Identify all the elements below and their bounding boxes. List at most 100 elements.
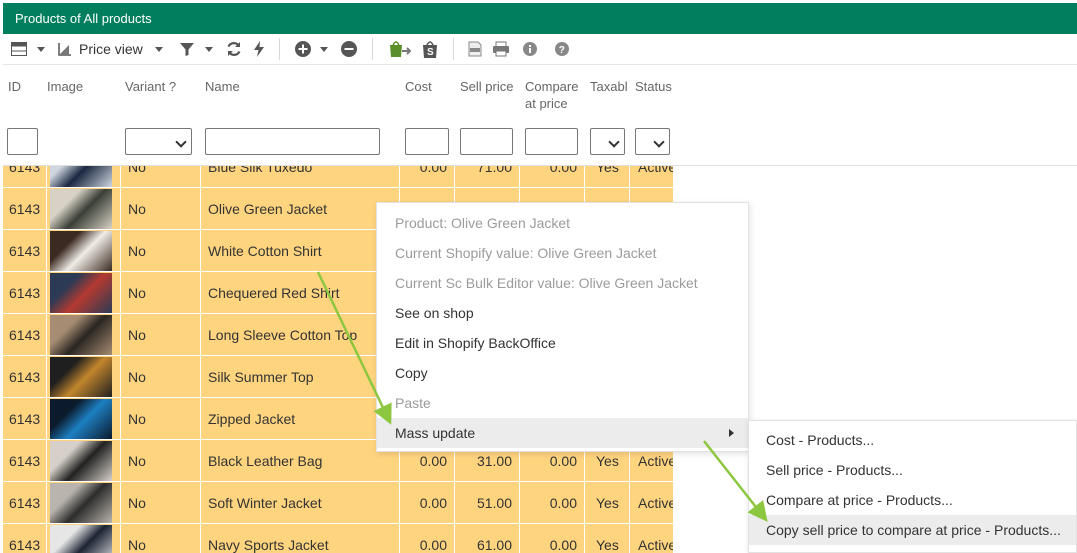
cell-id[interactable]: 6143 [3,272,47,314]
svg-text:S: S [427,47,434,58]
price-view-button[interactable]: Price view [79,34,143,65]
cell-variant[interactable]: No [121,440,201,482]
cell-name[interactable]: Chequered Red Shirt [201,272,400,314]
submenu-item[interactable]: Copy sell price to compare at price - Pr… [749,515,1076,545]
cell-taxable[interactable]: Yes [585,482,630,524]
grid-view-dropdown[interactable] [27,34,51,65]
filter-dropdown[interactable] [195,34,219,65]
cell-id[interactable]: 6143 [3,188,47,230]
cell-variant[interactable]: No [121,230,201,272]
context-menu-item: Current Sc Bulk Editor value: Olive Gree… [377,268,748,298]
cell-status[interactable]: Active [630,524,674,553]
cell-cost[interactable]: 0.00 [400,482,455,524]
flash-icon[interactable] [253,34,265,65]
refresh-icon[interactable] [225,34,243,65]
add-icon[interactable] [294,34,312,65]
product-thumbnail [50,441,112,481]
cell-sell-price[interactable]: 51.00 [455,482,520,524]
sell-price-filter-input[interactable] [460,128,513,155]
cell-status[interactable]: Active [630,166,674,188]
cell-compare[interactable]: 0.00 [520,166,585,188]
context-menu-item[interactable]: Edit in Shopify BackOffice [377,328,748,358]
compare-price-filter-input[interactable] [525,128,578,155]
cell-id[interactable]: 6143 [3,440,47,482]
cell-taxable[interactable]: Yes [585,166,630,188]
cell-status[interactable]: Active [630,482,674,524]
shopify-icon[interactable]: S [421,34,439,65]
column-header-name[interactable]: Name [205,78,240,95]
cell-compare[interactable]: 0.00 [520,482,585,524]
cell-cost[interactable]: 0.00 [400,166,455,188]
cell-id[interactable]: 6143 [3,356,47,398]
remove-icon[interactable] [340,34,358,65]
column-header-variant[interactable]: Variant ? [125,78,176,95]
submenu-item[interactable]: Sell price - Products... [749,455,1076,485]
context-menu-item[interactable]: Copy [377,358,748,388]
cell-variant[interactable]: No [121,356,201,398]
submenu-item[interactable]: Compare at price - Products... [749,485,1076,515]
product-thumbnail [50,525,112,553]
context-menu-item-label: Product: Olive Green Jacket [395,215,571,231]
table-row[interactable]: 6143 No Navy Sports Jacket 0.00 61.00 0.00 Yes… [3,524,674,553]
column-header-id[interactable]: ID [8,78,21,95]
column-header-status[interactable]: Status [635,78,672,95]
price-view-dropdown[interactable] [143,34,169,65]
table-row[interactable]: 6143 No Blue Silk Tuxedo 0.00 71.00 0.00 Yes Ac… [3,166,674,188]
window-title: Products of All products [3,3,1077,34]
cell-name[interactable]: Zipped Jacket [201,398,400,440]
print-icon[interactable] [492,34,510,65]
cell-id[interactable]: 6143 [3,398,47,440]
cell-id[interactable]: 6143 [3,166,47,188]
product-thumbnail [50,357,112,397]
column-header-sell-price[interactable]: Sell price [460,78,513,95]
cell-compare[interactable]: 0.00 [520,524,585,553]
column-header-compare-at-price[interactable]: Compare at price [525,78,583,112]
cell-variant[interactable]: No [121,272,201,314]
context-menu-item[interactable]: Mass update [377,418,748,448]
variant-filter-select[interactable] [125,128,192,155]
grid-view-icon[interactable] [11,34,27,65]
cell-cost[interactable]: 0.00 [400,524,455,553]
cell-name[interactable]: Blue Silk Tuxedo [201,166,400,188]
cell-variant[interactable]: No [121,398,201,440]
cell-taxable[interactable]: Yes [585,524,630,553]
table-row[interactable]: 6143 No Soft Winter Jacket 0.00 51.00 0.00 Yes… [3,482,674,524]
cell-variant[interactable]: No [121,188,201,230]
price-view-icon[interactable] [57,34,73,65]
help-icon[interactable]: ? [554,34,570,65]
cell-variant[interactable]: No [121,524,201,553]
cell-id[interactable]: 6143 [3,524,47,553]
filter-icon[interactable] [179,34,195,65]
context-menu-item[interactable]: See on shop [377,298,748,328]
cell-id[interactable]: 6143 [3,314,47,356]
add-dropdown[interactable] [312,34,334,65]
shopify-sync-icon[interactable] [387,34,411,65]
cell-sell-price[interactable]: 61.00 [455,524,520,553]
context-menu-item-label: Edit in Shopify BackOffice [395,335,556,351]
cell-sell-price[interactable]: 71.00 [455,166,520,188]
cost-filter-input[interactable] [405,128,449,155]
submenu-item[interactable]: Cost - Products... [749,425,1076,455]
taxable-filter-select[interactable] [590,128,625,155]
cell-name[interactable]: Navy Sports Jacket [201,524,400,553]
name-filter-input[interactable] [205,128,380,155]
context-menu-item-label: Paste [395,395,431,411]
column-header-taxable[interactable]: Taxabl [590,78,632,95]
cell-name[interactable]: Soft Winter Jacket [201,482,400,524]
cell-name[interactable]: Olive Green Jacket [201,188,400,230]
cell-name[interactable]: Black Leather Bag [201,440,400,482]
cell-id[interactable]: 6143 [3,482,47,524]
cell-variant[interactable]: No [121,314,201,356]
cell-variant[interactable]: No [121,166,201,188]
cell-id[interactable]: 6143 [3,230,47,272]
column-header-image[interactable]: Image [47,78,83,95]
status-filter-select[interactable] [635,128,670,155]
cell-name[interactable]: Silk Summer Top [201,356,400,398]
id-filter-input[interactable] [7,128,38,155]
cell-variant[interactable]: No [121,482,201,524]
csv-icon[interactable] [468,34,482,65]
info-icon[interactable] [522,34,538,65]
column-header-cost[interactable]: Cost [405,78,432,95]
cell-name[interactable]: White Cotton Shirt [201,230,400,272]
cell-name[interactable]: Long Sleeve Cotton Top [201,314,400,356]
